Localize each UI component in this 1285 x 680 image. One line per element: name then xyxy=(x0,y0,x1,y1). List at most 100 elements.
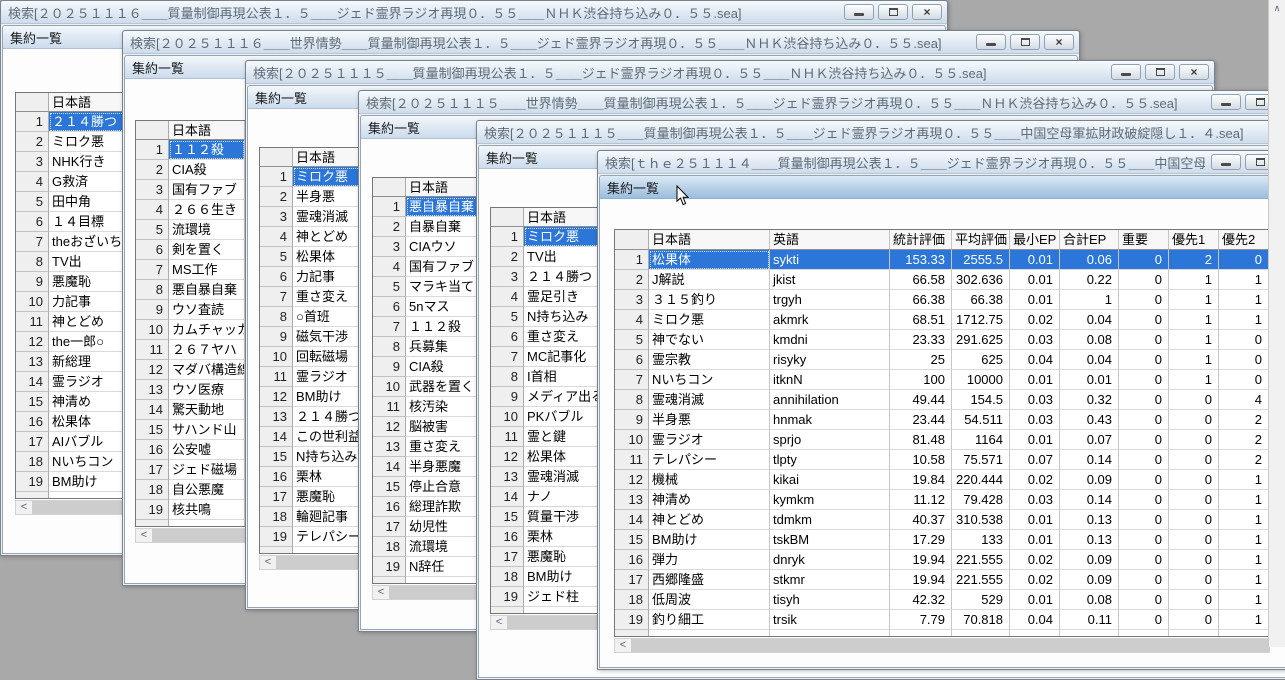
data-cell[interactable]: 2 xyxy=(1219,450,1269,470)
window-titlebar[interactable]: 検索[２０２５１１１６＿＿質量制御再現公表１．５＿＿ジェド霊界ラジオ再現０．５５… xyxy=(1,1,947,24)
data-cell[interactable]: カムチャッカ xyxy=(169,320,245,340)
data-cell[interactable]: 0 xyxy=(1169,610,1219,630)
row-number-cell[interactable]: 4 xyxy=(373,257,406,277)
data-cell[interactable]: 221.555 xyxy=(952,570,1010,590)
table-row[interactable]: 13重さ変え xyxy=(373,437,482,457)
table-row[interactable]: 17ジェド磁場 xyxy=(136,460,245,480)
data-cell[interactable]: 神清め xyxy=(49,392,125,412)
data-cell[interactable]: 81.48 xyxy=(890,430,952,450)
data-cell[interactable]: 11.12 xyxy=(890,490,952,510)
horizontal-scrollbar[interactable]: < xyxy=(614,638,1270,653)
data-cell[interactable]: 0.08 xyxy=(1060,590,1119,610)
column-header-cell[interactable]: 日本語 xyxy=(49,93,125,112)
row-number-cell[interactable]: 5 xyxy=(136,220,169,240)
table-row[interactable]: 12機械kikai19.84220.4440.020.09001 xyxy=(615,470,1269,490)
table-row[interactable]: 18流環境 xyxy=(373,537,482,557)
row-number-cell[interactable]: 2 xyxy=(136,160,169,180)
data-cell[interactable]: ミロク悪 xyxy=(649,310,770,330)
data-cell[interactable]: 自公悪魔 xyxy=(169,480,245,500)
table-row[interactable]: 15停止合意 xyxy=(373,477,482,497)
data-cell[interactable]: 1 xyxy=(1219,510,1269,530)
row-number-cell[interactable]: 19 xyxy=(491,587,524,607)
data-cell[interactable]: 79.428 xyxy=(952,490,1010,510)
data-cell[interactable]: 0 xyxy=(1169,530,1219,550)
row-number-cell[interactable]: 5 xyxy=(260,247,293,267)
data-cell[interactable]: akmrk xyxy=(770,310,890,330)
row-number-cell[interactable]: 11 xyxy=(491,427,524,447)
data-cell[interactable]: 0 xyxy=(1119,310,1169,330)
data-cell[interactable]: 310.538 xyxy=(952,510,1010,530)
data-cell[interactable]: 0.01 xyxy=(1010,250,1060,270)
data-cell[interactable]: 0 xyxy=(1119,250,1169,270)
data-cell[interactable]: 49.44 xyxy=(890,390,952,410)
data-cell[interactable]: 0.03 xyxy=(1010,330,1060,350)
data-cell[interactable]: 0.02 xyxy=(1010,310,1060,330)
data-cell[interactable]: I首相 xyxy=(524,367,600,387)
data-cell[interactable]: 0.01 xyxy=(1010,430,1060,450)
table-row[interactable]: 5マラキ当て xyxy=(373,277,482,297)
data-cell[interactable]: 1712.75 xyxy=(952,310,1010,330)
table-row[interactable]: 16栗林 xyxy=(491,527,600,547)
data-cell[interactable]: 0.09 xyxy=(1060,550,1119,570)
table-row[interactable]: 2自暴自棄 xyxy=(373,217,482,237)
row-number-cell[interactable]: 17 xyxy=(260,487,293,507)
data-cell[interactable]: 1 xyxy=(1219,270,1269,290)
row-number-cell[interactable]: 10 xyxy=(491,407,524,427)
minimize-button[interactable] xyxy=(976,34,1006,50)
data-cell[interactable]: jkist xyxy=(770,270,890,290)
row-number-cell[interactable]: 2 xyxy=(16,132,49,152)
table-row[interactable]: 7１１２殺 xyxy=(373,317,482,337)
data-cell[interactable]: 0.01 xyxy=(1010,270,1060,290)
data-cell[interactable]: 低周波 xyxy=(649,590,770,610)
data-cell[interactable]: itknN xyxy=(770,370,890,390)
data-cell[interactable]: 0 xyxy=(1169,430,1219,450)
data-cell[interactable]: 5nマス xyxy=(406,297,482,317)
data-cell[interactable]: 0.03 xyxy=(1010,410,1060,430)
row-number-cell[interactable]: 5 xyxy=(373,277,406,297)
data-cell[interactable]: 0 xyxy=(1119,370,1169,390)
data-cell[interactable]: 0.07 xyxy=(1060,430,1119,450)
data-cell[interactable]: 栗林 xyxy=(524,527,600,547)
data-cell[interactable]: 松果体 xyxy=(649,250,770,270)
table-row[interactable]: 16弾力dnryk19.94221.5550.020.09001 xyxy=(615,550,1269,570)
row-number-cell[interactable]: 18 xyxy=(16,452,49,472)
data-cell[interactable]: kmdni xyxy=(770,330,890,350)
table-row[interactable]: 1松果体sykti153.332555.50.010.06020 xyxy=(615,250,1269,270)
column-header-cell[interactable]: 優先1 xyxy=(1169,230,1219,250)
data-cell[interactable]: 0 xyxy=(1119,510,1169,530)
column-header-cell[interactable]: 日本語 xyxy=(524,208,600,227)
row-number-cell[interactable]: 3 xyxy=(16,152,49,172)
table-row[interactable]: 19N辞任 xyxy=(373,557,482,577)
data-cell[interactable]: kymkm xyxy=(770,490,890,510)
data-cell[interactable]: tskBM xyxy=(770,530,890,550)
table-row[interactable]: 13２１４勝つ xyxy=(260,407,369,427)
column-header-cell[interactable]: 最小EP xyxy=(1010,230,1060,250)
data-cell[interactable]: 0.01 xyxy=(1010,510,1060,530)
data-cell[interactable]: 田中角 xyxy=(49,192,125,212)
minimize-button[interactable] xyxy=(1211,94,1241,110)
table-row[interactable]: 5N持ち込み xyxy=(491,307,600,327)
minimize-button[interactable] xyxy=(844,4,874,20)
row-number-cell[interactable]: 4 xyxy=(16,172,49,192)
data-cell[interactable]: trsik xyxy=(770,610,890,630)
data-cell[interactable]: TV出 xyxy=(49,252,125,272)
table-row[interactable]: 18Nいちコン xyxy=(16,452,125,472)
data-cell[interactable]: Nいちコン xyxy=(49,452,125,472)
column-header-cell[interactable]: 統計評価 xyxy=(890,230,952,250)
data-cell[interactable]: 1 xyxy=(1219,570,1269,590)
data-cell[interactable]: 驚天動地 xyxy=(169,400,245,420)
data-cell[interactable]: 0 xyxy=(1169,590,1219,610)
row-number-cell[interactable]: 3 xyxy=(615,290,649,310)
data-cell[interactable]: ミロク悪 xyxy=(524,227,600,247)
table-row[interactable]: 9メディア出る xyxy=(491,387,600,407)
row-number-cell[interactable]: 14 xyxy=(373,457,406,477)
row-number-cell[interactable]: 1 xyxy=(260,167,293,187)
row-number-cell[interactable]: 15 xyxy=(491,507,524,527)
data-cell[interactable]: 松果体 xyxy=(49,412,125,432)
row-number-cell[interactable]: 18 xyxy=(615,590,649,610)
data-cell[interactable]: BM助け xyxy=(524,567,600,587)
row-number-cell[interactable]: 9 xyxy=(491,387,524,407)
row-number-cell[interactable]: 6 xyxy=(136,240,169,260)
row-number-cell[interactable]: 16 xyxy=(16,412,49,432)
row-number-cell[interactable]: 12 xyxy=(491,447,524,467)
